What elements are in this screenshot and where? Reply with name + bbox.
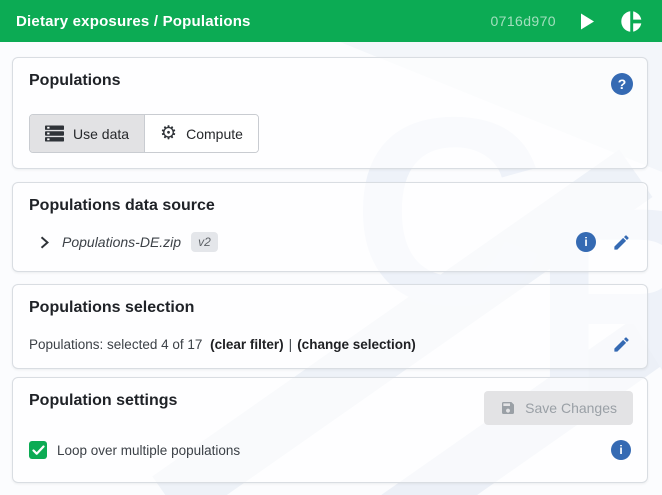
gear-icon: ⚙ bbox=[160, 126, 177, 142]
save-icon bbox=[500, 400, 516, 416]
clear-filter-link[interactable]: (clear filter) bbox=[210, 337, 284, 352]
breadcrumb[interactable]: Dietary exposures / Populations bbox=[16, 13, 251, 30]
settings-card: Population settings Save Changes Loop ov… bbox=[12, 377, 648, 483]
storage-icon bbox=[45, 125, 64, 142]
selection-actions bbox=[612, 335, 631, 354]
info-glyph: i bbox=[584, 235, 587, 249]
edit-selection-icon[interactable] bbox=[612, 335, 631, 354]
tab-use-data-label: Use data bbox=[73, 126, 129, 142]
data-source-row: Populations-DE.zip v2 i bbox=[29, 229, 631, 255]
data-source-card-title: Populations data source bbox=[29, 197, 631, 215]
app-header: Dietary exposures / Populations 0716d970 bbox=[0, 0, 662, 42]
populations-card-title: Populations bbox=[29, 72, 631, 90]
help-icon[interactable]: ? bbox=[611, 73, 633, 95]
edit-data-source-icon[interactable] bbox=[612, 233, 631, 252]
change-selection-link[interactable]: (change selection) bbox=[297, 337, 416, 352]
settings-info-icon[interactable]: i bbox=[611, 440, 631, 460]
link-separator: | bbox=[289, 337, 293, 352]
chevron-right-icon[interactable] bbox=[37, 235, 52, 250]
run-id: 0716d970 bbox=[491, 13, 557, 29]
version-badge: v2 bbox=[191, 232, 218, 252]
info-icon[interactable]: i bbox=[576, 232, 596, 252]
populations-card: Populations ? Use data ⚙ bbox=[12, 57, 648, 169]
tab-compute[interactable]: ⚙ Compute bbox=[144, 115, 258, 152]
data-source-file[interactable]: Populations-DE.zip bbox=[62, 234, 181, 250]
tab-use-data[interactable]: Use data bbox=[30, 115, 144, 152]
page-content: C R Populations ? Use data bbox=[0, 42, 662, 495]
selection-summary: Populations: selected 4 of 17 (clear fil… bbox=[29, 337, 416, 352]
mode-tab-group: Use data ⚙ Compute bbox=[29, 114, 259, 153]
save-changes-label: Save Changes bbox=[525, 400, 617, 416]
loop-populations-checkbox[interactable] bbox=[29, 441, 47, 459]
loop-populations-label[interactable]: Loop over multiple populations bbox=[57, 443, 240, 458]
save-changes-button[interactable]: Save Changes bbox=[484, 391, 633, 425]
data-source-actions: i bbox=[576, 232, 631, 252]
help-glyph: ? bbox=[618, 76, 627, 92]
data-source-card: Populations data source Populations-DE.z… bbox=[12, 182, 648, 272]
loop-populations-row: Loop over multiple populations i bbox=[29, 440, 631, 460]
play-icon[interactable] bbox=[580, 13, 595, 30]
settings-actions: i bbox=[611, 440, 631, 460]
selection-card-title: Populations selection bbox=[29, 299, 631, 317]
selection-summary-text: Populations: selected 4 of 17 bbox=[29, 337, 202, 352]
selection-card: Populations selection Populations: selec… bbox=[12, 284, 648, 369]
header-right: 0716d970 bbox=[491, 9, 645, 34]
tab-compute-label: Compute bbox=[186, 126, 243, 142]
selection-row: Populations: selected 4 of 17 (clear fil… bbox=[29, 331, 631, 357]
pie-chart-icon[interactable] bbox=[619, 9, 644, 34]
settings-info-glyph: i bbox=[619, 443, 622, 457]
